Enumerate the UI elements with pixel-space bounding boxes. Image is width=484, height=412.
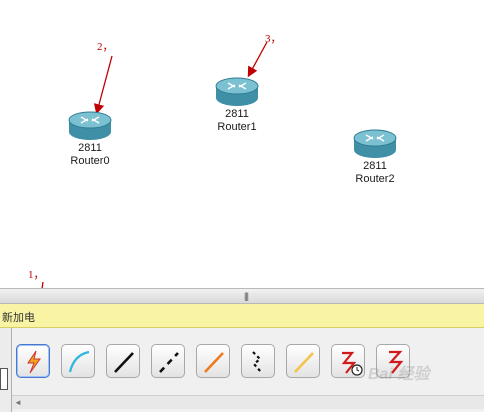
tool-copper-straight-through[interactable] [106,344,140,378]
splitter-grip-icon[interactable]: ||| [244,291,249,301]
console-cable-icon [68,350,90,373]
category-selector-box[interactable] [0,368,8,390]
scroll-left-arrow-icon[interactable]: ◄ [14,398,22,407]
tool-coaxial-cable[interactable] [286,344,320,378]
arrow-to-router1 [247,41,268,78]
annotation-label-2: 2， [97,41,114,53]
panel-title: 新加电 [2,312,35,324]
category-panel-edge [0,328,12,412]
tool-serial-dce[interactable] [331,344,365,378]
coaxial-cable-icon [294,352,314,373]
tool-copper-cross-over[interactable] [151,344,185,378]
tool-fiber-cable[interactable] [196,344,230,378]
router0[interactable]: 2811 Router0 [58,110,122,168]
router1-name: Router1 [217,121,257,133]
logical-workspace[interactable]: 2， 3， 1， 2811 Router0 2811 Router1 2811 … [0,0,484,330]
toolbar-horizontal-scrollbar[interactable]: ◄ [12,395,484,409]
router-icon [353,129,397,158]
tool-console-cable[interactable] [61,344,95,378]
router2-name: Router2 [355,173,395,185]
router2[interactable]: 2811 Router2 [343,128,407,186]
panel-splitter[interactable]: ||| [0,288,484,304]
tool-automatic-connection[interactable] [16,344,50,378]
copper-cross-over-icon [159,352,179,373]
watermark: Bai 经验 [368,366,430,383]
router-icon [215,77,259,106]
copper-straight-through-icon [114,352,134,373]
router1-model: 2811 [225,108,249,120]
annotation-label-1: 1， [28,269,45,281]
device-type-title-bar: 新加电 [0,304,484,328]
router2-model: 2811 [363,160,387,172]
fiber-cable-icon [204,352,224,373]
arrow-to-router0 [93,55,113,115]
automatic-connection-icon [27,350,41,374]
annotation-label-3: 3， [265,33,282,45]
router0-name: Router0 [70,155,110,167]
router-icon [68,111,112,140]
phone-cable-icon [252,351,262,373]
router0-model: 2811 [78,142,102,154]
tool-phone-cable[interactable] [241,344,275,378]
serial-dce-icon [341,351,363,376]
router1[interactable]: 2811 Router1 [205,76,269,134]
